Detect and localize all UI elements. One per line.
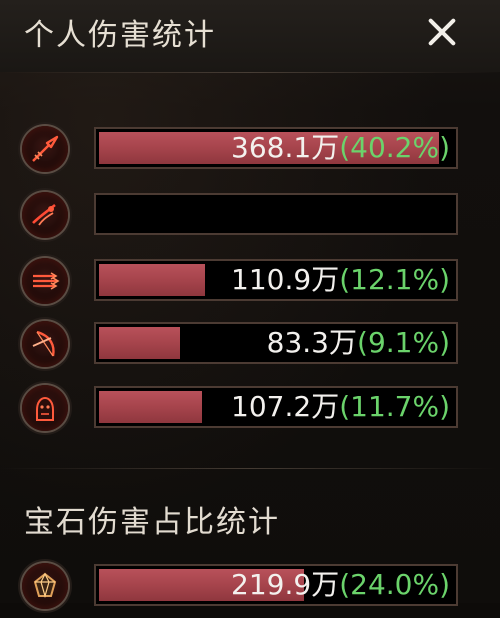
damage-row: 368.1万(40.2%)	[0, 121, 500, 181]
gem-damage-row: 219.9万(24.0%)	[0, 558, 500, 618]
damage-bar-fill	[99, 264, 205, 296]
dash-strike-icon[interactable]	[22, 192, 68, 238]
section-divider	[0, 468, 500, 469]
damage-row: 110.9万(12.1%)	[0, 253, 500, 313]
gem-section-title: 宝石伤害占比统计	[24, 505, 280, 540]
damage-value: 219.9万	[231, 568, 340, 601]
damage-bar	[94, 193, 458, 235]
beast-icon[interactable]	[22, 385, 68, 431]
bow-icon[interactable]	[22, 321, 68, 367]
damage-bar-text: 83.3万(9.1%)	[267, 324, 450, 362]
damage-percent: (11.7%)	[339, 390, 450, 423]
panel-title: 个人伤害统计	[24, 18, 216, 53]
header-divider	[0, 72, 500, 73]
damage-percent: (40.2%)	[339, 131, 450, 164]
damage-value: 83.3万	[266, 326, 358, 359]
gem-icon[interactable]	[22, 563, 68, 609]
damage-value: 107.2万	[231, 390, 340, 423]
damage-row: 83.3万(9.1%)	[0, 316, 500, 376]
damage-bar: 219.9万(24.0%)	[94, 564, 458, 606]
damage-bar: 107.2万(11.7%)	[94, 386, 458, 428]
damage-percent: (12.1%)	[339, 263, 450, 296]
damage-bar-text: 219.9万(24.0%)	[231, 566, 450, 604]
damage-bar: 110.9万(12.1%)	[94, 259, 458, 301]
damage-row	[0, 187, 500, 247]
close-icon[interactable]	[422, 12, 462, 52]
damage-bar: 83.3万(9.1%)	[94, 322, 458, 364]
damage-bar-text: 110.9万(12.1%)	[231, 261, 450, 299]
damage-percent: (24.0%)	[339, 568, 450, 601]
damage-row: 107.2万(11.7%)	[0, 380, 500, 440]
damage-bar-fill	[99, 391, 202, 423]
panel-header: 个人伤害统计	[0, 0, 500, 72]
multi-arrow-icon[interactable]	[22, 258, 68, 304]
damage-bar-text: 107.2万(11.7%)	[231, 388, 450, 426]
damage-bar: 368.1万(40.2%)	[94, 127, 458, 169]
damage-bar-text: 368.1万(40.2%)	[231, 129, 450, 167]
damage-bar-fill	[99, 327, 180, 359]
damage-value: 110.9万	[231, 263, 340, 296]
damage-value: 368.1万	[231, 131, 340, 164]
arrow-strike-icon[interactable]	[22, 126, 68, 172]
damage-stats-panel: 个人伤害统计 368.1万(40.2%) 110.9万(12.1%) 83.3万…	[0, 0, 500, 609]
damage-percent: (9.1%)	[357, 326, 450, 359]
